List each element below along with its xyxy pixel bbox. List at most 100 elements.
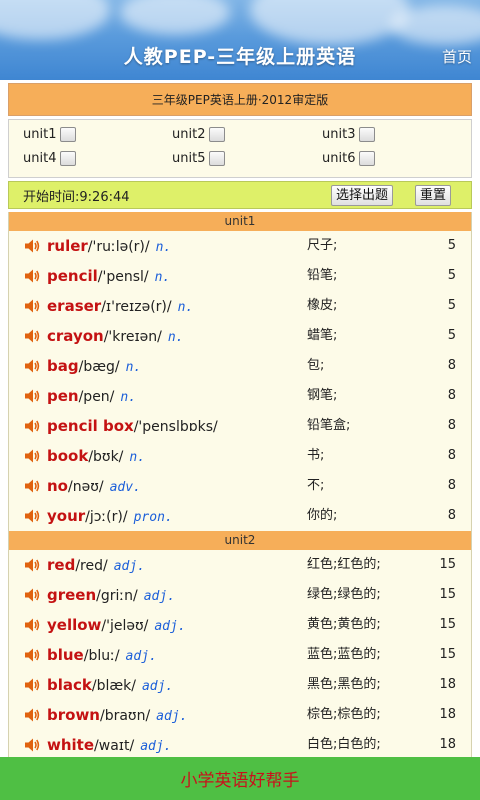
unit4-checkbox-option[interactable]: unit4	[23, 151, 77, 166]
word-english: book	[47, 447, 89, 465]
word-row[interactable]: red/red/adj. 红色;红色的; 15	[9, 550, 471, 580]
home-link[interactable]: 首页	[442, 46, 472, 67]
word-chinese: 蓝色;蓝色的;	[307, 647, 381, 662]
speaker-icon[interactable]	[24, 707, 40, 723]
speaker-icon[interactable]	[24, 587, 40, 603]
checkbox-icon[interactable]	[209, 151, 226, 166]
app-title: 人教PEP-三年级上册英语	[123, 46, 357, 68]
speaker-icon[interactable]	[24, 328, 40, 344]
control-bar: 开始时间:9:26:44 选择出题 重置	[8, 181, 472, 209]
checkbox-icon[interactable]	[359, 127, 376, 142]
word-chinese: 尺子;	[307, 238, 338, 253]
word-entry: yellow/'jeləʊ/adj.	[47, 610, 186, 640]
word-chinese: 书;	[307, 448, 325, 463]
word-row[interactable]: blue/bluː/adj. 蓝色;蓝色的; 15	[9, 640, 471, 670]
word-chinese: 棕色;棕色的;	[307, 707, 381, 722]
word-english: pen	[47, 387, 79, 405]
speaker-icon[interactable]	[24, 358, 40, 374]
speaker-icon[interactable]	[24, 508, 40, 524]
word-part-of-speech: n.	[120, 390, 137, 405]
speaker-icon[interactable]	[24, 418, 40, 434]
speaker-icon[interactable]	[24, 647, 40, 663]
unit5-checkbox-option[interactable]: unit5	[172, 151, 226, 166]
word-part-of-speech: pron.	[133, 510, 173, 525]
word-chinese: 你的;	[307, 508, 338, 523]
checkbox-icon[interactable]	[209, 127, 226, 142]
word-row[interactable]: yellow/'jeləʊ/adj. 黄色;黄色的; 15	[9, 610, 471, 640]
word-part-of-speech: adj.	[143, 589, 176, 604]
unit-label: unit3	[322, 127, 356, 142]
word-entry: blue/bluː/adj.	[47, 640, 157, 670]
word-row[interactable]: pen/pen/n. 钢笔; 8	[9, 381, 471, 411]
word-row[interactable]: bag/bæg/n. 包; 8	[9, 351, 471, 381]
word-row[interactable]: pencil box/'penslbɒks/铅笔盒; 8	[9, 411, 471, 441]
word-part-of-speech: adj.	[141, 679, 174, 694]
word-page-number: 15	[439, 617, 456, 632]
word-row[interactable]: pencil/'pensl/n. 铅笔; 5	[9, 261, 471, 291]
speaker-icon[interactable]	[24, 677, 40, 693]
word-page-number: 8	[447, 508, 456, 523]
word-row[interactable]: ruler/'ruːlə(r)/ n. 尺子; 5	[9, 231, 471, 261]
word-chinese: 橡皮;	[307, 298, 338, 313]
checkbox-icon[interactable]	[60, 127, 77, 142]
word-english: bag	[47, 357, 79, 375]
word-row[interactable]: brown/braʊn/adj. 棕色;棕色的; 18	[9, 700, 471, 730]
word-chinese: 白色;白色的;	[307, 737, 381, 752]
checkbox-icon[interactable]	[359, 151, 376, 166]
app-header: 人教PEP-三年级上册英语 首页	[0, 0, 480, 80]
speaker-icon[interactable]	[24, 388, 40, 404]
word-row[interactable]: your/jɔː(r)/ pron. 你的; 8	[9, 501, 471, 531]
word-english: pencil box	[47, 417, 134, 435]
word-entry: bag/bæg/n.	[47, 351, 141, 381]
word-chinese: 红色;红色的;	[307, 557, 381, 572]
word-entry: white/waɪt/adj.	[47, 730, 172, 757]
word-entry: green/griːn/adj.	[47, 580, 175, 610]
word-page-number: 8	[447, 418, 456, 433]
unit2-checkbox-option[interactable]: unit2	[172, 127, 226, 142]
word-row[interactable]: eraser/ɪ'reɪzə(r)/ n. 橡皮; 5	[9, 291, 471, 321]
word-phonetic: /blæk/	[91, 678, 136, 694]
speaker-icon[interactable]	[24, 448, 40, 464]
unit-label: unit1	[23, 127, 57, 142]
word-phonetic: /bæg/	[78, 359, 120, 375]
word-row[interactable]: black/blæk/adj. 黑色;黑色的; 18	[9, 670, 471, 700]
word-row[interactable]: no/nəʊ/adv. 不; 8	[9, 471, 471, 501]
speaker-icon[interactable]	[24, 557, 40, 573]
word-phonetic: /waɪt/	[94, 738, 135, 754]
unit-label: unit4	[23, 151, 57, 166]
word-english: eraser	[47, 297, 102, 315]
unit6-checkbox-option[interactable]: unit6	[322, 151, 376, 166]
word-row[interactable]: green/griːn/adj. 绿色;绿色的; 15	[9, 580, 471, 610]
word-phonetic: /bʊk/	[88, 449, 124, 465]
edition-banner: 三年级PEP英语上册·2012审定版	[8, 83, 472, 116]
word-chinese: 钢笔;	[307, 388, 338, 403]
unit3-checkbox-option[interactable]: unit3	[322, 127, 376, 142]
word-entry: pen/pen/n.	[47, 381, 136, 411]
checkbox-icon[interactable]	[60, 151, 77, 166]
select-questions-button[interactable]: 选择出题	[331, 185, 394, 206]
speaker-icon[interactable]	[24, 268, 40, 284]
unit-section-header: unit1	[9, 212, 471, 231]
word-part-of-speech: n.	[125, 360, 142, 375]
word-row[interactable]: crayon/'kreɪən/n. 蜡笔; 5	[9, 321, 471, 351]
word-row[interactable]: white/waɪt/adj. 白色;白色的; 18	[9, 730, 471, 757]
unit1-checkbox-option[interactable]: unit1	[23, 127, 77, 142]
reset-button[interactable]: 重置	[415, 185, 452, 206]
speaker-icon[interactable]	[24, 617, 40, 633]
speaker-icon[interactable]	[24, 238, 40, 254]
word-english: your	[47, 507, 86, 525]
vocabulary-list: unit1 ruler/'ruːlə(r)/n. 尺子; 5 pencil/'pensl…	[8, 212, 472, 757]
word-part-of-speech: adj.	[140, 739, 172, 754]
word-phonetic: /pen/	[78, 389, 115, 405]
speaker-icon[interactable]	[24, 298, 40, 314]
word-english: green	[47, 586, 97, 604]
word-chinese: 铅笔盒;	[307, 418, 351, 433]
word-page-number: 8	[447, 388, 456, 403]
word-row[interactable]: book/bʊk/n. 书; 8	[9, 441, 471, 471]
word-part-of-speech: adj.	[113, 559, 146, 574]
speaker-icon[interactable]	[24, 478, 40, 494]
unit-section-header: unit2	[9, 531, 471, 550]
word-chinese: 黑色;黑色的;	[307, 677, 381, 692]
speaker-icon[interactable]	[24, 737, 40, 753]
word-page-number: 8	[447, 358, 456, 373]
